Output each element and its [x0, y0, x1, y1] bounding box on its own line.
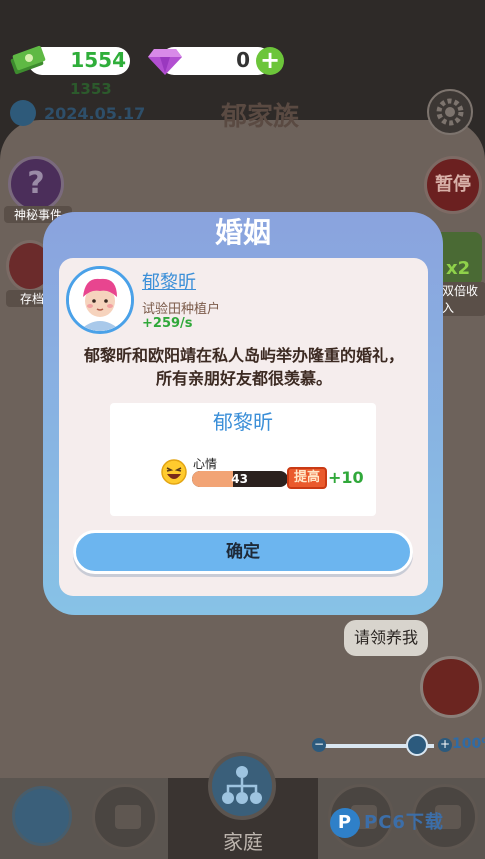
- laughing-face-icon: [161, 459, 187, 485]
- family-tree-glyph-icon: [222, 766, 262, 804]
- book-tab-icon[interactable]: [12, 786, 72, 846]
- character-portrait-icon: [69, 269, 131, 331]
- character-name[interactable]: 郁黎昕: [142, 268, 196, 294]
- watermark: P PC6下载: [330, 808, 444, 838]
- confirm-button[interactable]: 确定: [73, 530, 413, 574]
- locked-tab-1[interactable]: [92, 784, 158, 850]
- boost-tag: 提高: [287, 467, 327, 489]
- diamond-icon: [148, 49, 182, 75]
- npc-speech-bubble: 请领养我: [344, 620, 428, 656]
- family-tree-icon[interactable]: [208, 752, 276, 820]
- gear-glyph-icon: [436, 98, 464, 126]
- npc-avatar[interactable]: [420, 656, 482, 718]
- character-avatar[interactable]: [66, 266, 134, 334]
- mystery-event-button[interactable]: ?: [8, 156, 64, 212]
- speed-decrease-icon[interactable]: −: [312, 738, 326, 752]
- speed-slider-handle[interactable]: [405, 734, 428, 756]
- game-date: 2024.05.17: [44, 104, 146, 123]
- save-label: 存档: [6, 290, 46, 307]
- small-pause-icon[interactable]: [10, 100, 36, 126]
- cash-secondary-value: 1353: [70, 80, 112, 98]
- cash-value: 1554: [70, 48, 126, 72]
- family-tab-label[interactable]: 家庭: [208, 826, 278, 855]
- event-description: 郁黎昕和欧阳靖在私人岛屿举办隆重的婚礼，所有亲朋好友都很羡慕。: [83, 346, 404, 388]
- stat-character-name: 郁黎昕: [213, 410, 273, 434]
- character-income-rate: +259/s: [142, 316, 193, 331]
- speed-value: 100%: [452, 736, 485, 752]
- mood-label: 心情: [193, 457, 218, 471]
- family-title: 郁家族: [220, 102, 299, 132]
- watermark-logo-icon: P: [330, 808, 360, 838]
- double-income-multiplier: x2: [446, 258, 471, 279]
- add-gems-button[interactable]: +: [256, 47, 284, 75]
- dialog-title: 婚姻: [214, 216, 271, 249]
- money-stack-icon: [10, 45, 46, 75]
- gem-value: 0: [236, 48, 250, 72]
- boost-value: +10: [328, 468, 364, 487]
- mood-value: 43: [231, 472, 248, 486]
- speed-increase-icon[interactable]: +: [438, 738, 452, 752]
- pause-button[interactable]: 暂停: [424, 156, 482, 214]
- double-income-label: 双倍收入: [438, 282, 485, 316]
- gear-icon[interactable]: [427, 89, 473, 135]
- lock-icon: [115, 805, 141, 829]
- character-occupation: 试验田种植户: [142, 302, 221, 317]
- watermark-text: PC6下载: [364, 812, 444, 833]
